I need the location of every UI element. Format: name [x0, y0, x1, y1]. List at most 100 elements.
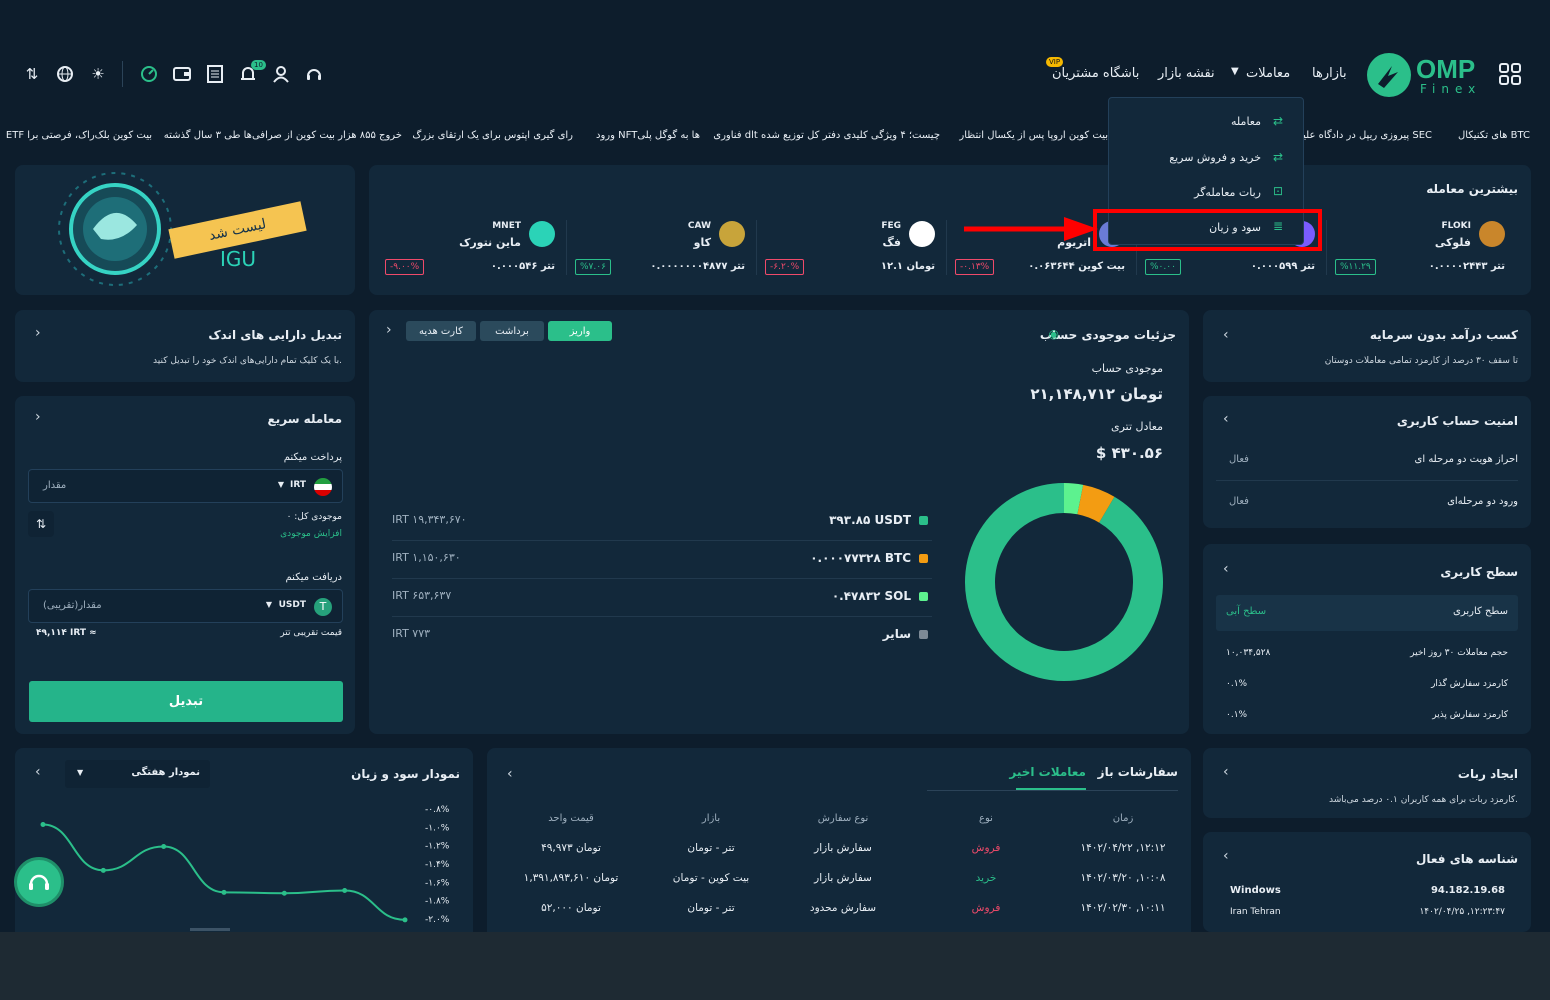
receive-input[interactable]: مقدار(تقریبی): [43, 600, 102, 611]
ticker-item[interactable]: فناوری dlt چیست؛ ۴ ویژگی کلیدی دفتر کل ت…: [713, 130, 940, 141]
y-tick-label: -۲.۰%: [425, 915, 450, 925]
pay-input[interactable]: مقدار: [43, 480, 66, 491]
table-row[interactable]: ۱۴۰۲/۰۴/۲۲ ,۱۲:۱۲ فروش سفارش بازار تتر - تو…: [487, 840, 1191, 862]
chevron-left-icon[interactable]: ‹: [1223, 327, 1229, 343]
deposit-button[interactable]: واریز: [548, 321, 612, 341]
pay-currency[interactable]: IRT: [290, 480, 306, 490]
orders-card: سفارشات باز معاملات اخیر ‹ زمان نوع نوع سف…: [487, 748, 1191, 932]
notification-count: 10: [251, 60, 266, 70]
chevron-down-icon[interactable]: ▼: [266, 600, 272, 609]
logo[interactable]: OMP Finex: [1366, 52, 1486, 100]
withdraw-button[interactable]: برداشت: [480, 321, 544, 341]
pay-field[interactable]: مقدار IRT ▼: [28, 469, 343, 503]
nav-markets[interactable]: بازارها: [1312, 66, 1347, 81]
nav-market-map[interactable]: نقشه بازار: [1158, 66, 1215, 81]
coin-item[interactable]: MNET ماین نتورک ۰.۰۰۰۵۴۶ تتر -۹.۰۰%: [385, 215, 555, 275]
ticker-item[interactable]: ETF بیت کوین بلک‌راک، فرصتی برا: [6, 130, 152, 141]
security-row-value: فعال: [1229, 454, 1249, 465]
chevron-left-icon[interactable]: ‹: [1223, 561, 1229, 577]
chevron-left-icon[interactable]: ‹: [35, 764, 41, 780]
menu-item-trade[interactable]: معامله: [1231, 115, 1261, 128]
period-select[interactable]: نمودار هفتگی ▼: [65, 760, 210, 788]
orders-list-icon[interactable]: [204, 63, 226, 85]
session-os: Windows: [1230, 885, 1281, 896]
create-bot-card[interactable]: ایجاد ربات کارمزد ربات برای همه کاربران …: [1203, 748, 1531, 818]
user-icon[interactable]: [270, 63, 292, 85]
session-datetime: ۱۴۰۲/۰۴/۲۵ ,۱۲:۲۳:۴۷: [1419, 907, 1505, 917]
pnl-data-point[interactable]: [402, 917, 408, 923]
table-row[interactable]: ۱۴۰۲/۰۳/۲۰ ,۱۰:۰۸ خرید سفارش بازار بیت کوین…: [487, 870, 1191, 892]
tab-open-orders[interactable]: سفارشات باز: [1098, 765, 1178, 779]
tab-recent-trades[interactable]: معاملات اخیر: [1009, 765, 1086, 779]
coin-item[interactable]: FLOKI فلوکی ۰.۰۰۰۰۲۴۴۳ تتر %۱۱.۲۹: [1335, 215, 1505, 275]
nav-customer-club[interactable]: باشگاه مشتریان: [1052, 66, 1139, 81]
chevron-right-icon[interactable]: ›: [386, 322, 392, 338]
asset-color-marker: [919, 592, 928, 601]
language-globe-icon[interactable]: [54, 63, 76, 85]
chevron-down-icon[interactable]: ▼: [278, 480, 284, 489]
ticker-item[interactable]: خروج ۸۵۵ هزار بیت کوین از صرافی‌ها طی ۳ …: [164, 130, 402, 141]
chart-scrollbar[interactable]: [190, 928, 230, 931]
coin-name: ماین نتورک: [459, 236, 521, 249]
swap-icon[interactable]: ⇅: [28, 511, 54, 537]
ticker-item[interactable]: پیروزی ریپل در دادگاه علیه SEC: [1298, 130, 1432, 141]
receive-field[interactable]: مقدار(تقریبی) T USDT ▼: [28, 589, 343, 623]
igu-banner[interactable]: لیست شد IGU: [15, 165, 355, 295]
pnl-data-point[interactable]: [40, 822, 46, 827]
convert-small-card[interactable]: تبدیل دارایی های اندک با یک کلیک تمام دا…: [15, 310, 355, 382]
ticker-item[interactable]: ورود NFTها به گوگل پلی: [596, 130, 700, 141]
wallet-icon[interactable]: [171, 63, 193, 85]
convert-button[interactable]: تبدیل: [29, 681, 343, 722]
gift-card-button[interactable]: کارت هدیه: [406, 321, 476, 341]
chevron-left-icon[interactable]: ‹: [1223, 848, 1229, 864]
pnl-data-point[interactable]: [100, 867, 106, 873]
coin-item[interactable]: FEG فگ ۱۲.۱ تومان -۶.۲۰%: [765, 215, 935, 275]
coin-change-badge: -۰.۱۳%: [955, 259, 995, 275]
chevron-right-icon[interactable]: ›: [35, 325, 41, 341]
chevron-left-icon[interactable]: ‹: [1223, 411, 1229, 427]
increase-balance-link[interactable]: افزایش موجودی: [280, 529, 342, 539]
menu-item-quick-buy-sell[interactable]: خرید و فروش سریع: [1169, 151, 1261, 164]
user-level-card: سطح کاربری ‹ سطح کاربری سطح آبی حجم معام…: [1203, 544, 1531, 734]
coin-symbol: MNET: [492, 221, 521, 231]
apps-grid-icon[interactable]: [1498, 62, 1522, 86]
eye-icon[interactable]: ◉: [1049, 327, 1059, 341]
support-chat-button[interactable]: [14, 857, 64, 907]
coin-icon: [1479, 221, 1505, 247]
security-row-label: احراز هویت دو مرحله ای: [1414, 454, 1518, 465]
exchange-swap-icon[interactable]: ⇅: [21, 63, 43, 85]
earn-card[interactable]: کسب درآمد بدون سرمایه تا سقف ۳۰ درصد از …: [1203, 310, 1531, 382]
vip-badge: VIP: [1046, 57, 1064, 67]
dashboard-gauge-icon[interactable]: [138, 63, 160, 85]
convert-small-title: تبدیل دارایی های اندک: [208, 328, 342, 342]
ticker-item[interactable]: های تکنیکال BTC: [1458, 130, 1530, 141]
support-headset-icon[interactable]: [303, 63, 325, 85]
chevron-left-icon[interactable]: ‹: [1223, 764, 1229, 780]
pnl-data-point[interactable]: [342, 888, 348, 893]
table-cell: ۴۹,۹۷۳ تومان: [541, 842, 601, 854]
chevron-right-icon[interactable]: ›: [35, 409, 41, 425]
y-tick-label: -۱.۲%: [425, 842, 450, 852]
table-cell: ۱۴۰۲/۰۳/۲۰ ,۱۰:۰۸: [1080, 872, 1166, 884]
coin-price: ۰.۰۶۳۶۴۴ بیت کوین: [1028, 261, 1125, 272]
theme-sun-icon[interactable]: ☀: [87, 63, 109, 85]
menu-item-trading-bot[interactable]: ربات معامله‌گر: [1194, 186, 1261, 199]
table-row[interactable]: ۱۴۰۲/۰۲/۳۰ ,۱۰:۱۱ فروش سفارش محدود تتر - تو…: [487, 900, 1191, 922]
receive-currency[interactable]: USDT: [279, 600, 306, 610]
coin-item[interactable]: CAW کاو ۰.۰۰۰۰۰۰۰۴۸۷۷ تتر %۷.۰۶: [575, 215, 745, 275]
table-header: نوع: [979, 813, 993, 824]
coin-price: ۰.۰۰۰۰۰۰۰۴۸۷۷ تتر: [650, 261, 745, 272]
pnl-data-point[interactable]: [221, 889, 227, 895]
ticker-item[interactable]: رای گیری اپتوس برای یک ارتقای بزرگ: [412, 130, 573, 141]
pnl-data-point[interactable]: [281, 890, 287, 896]
chevron-down-icon[interactable]: ▼: [1231, 66, 1239, 77]
pnl-data-point[interactable]: [161, 844, 167, 849]
nav-trades[interactable]: معاملات: [1246, 66, 1290, 81]
asset-irt-value: IRT ۷۷۳: [392, 627, 431, 640]
level-row-label: کارمزد سفارش گذار: [1431, 679, 1508, 689]
table-cell: فروش: [971, 842, 1001, 854]
divider: [392, 540, 932, 541]
ticker-item[interactable]: بیت کوین اروپا پس از یکسال انتظار: [959, 130, 1108, 141]
level-row-value: ۰.۱%: [1226, 679, 1248, 689]
chevron-left-icon[interactable]: ‹: [507, 766, 513, 782]
